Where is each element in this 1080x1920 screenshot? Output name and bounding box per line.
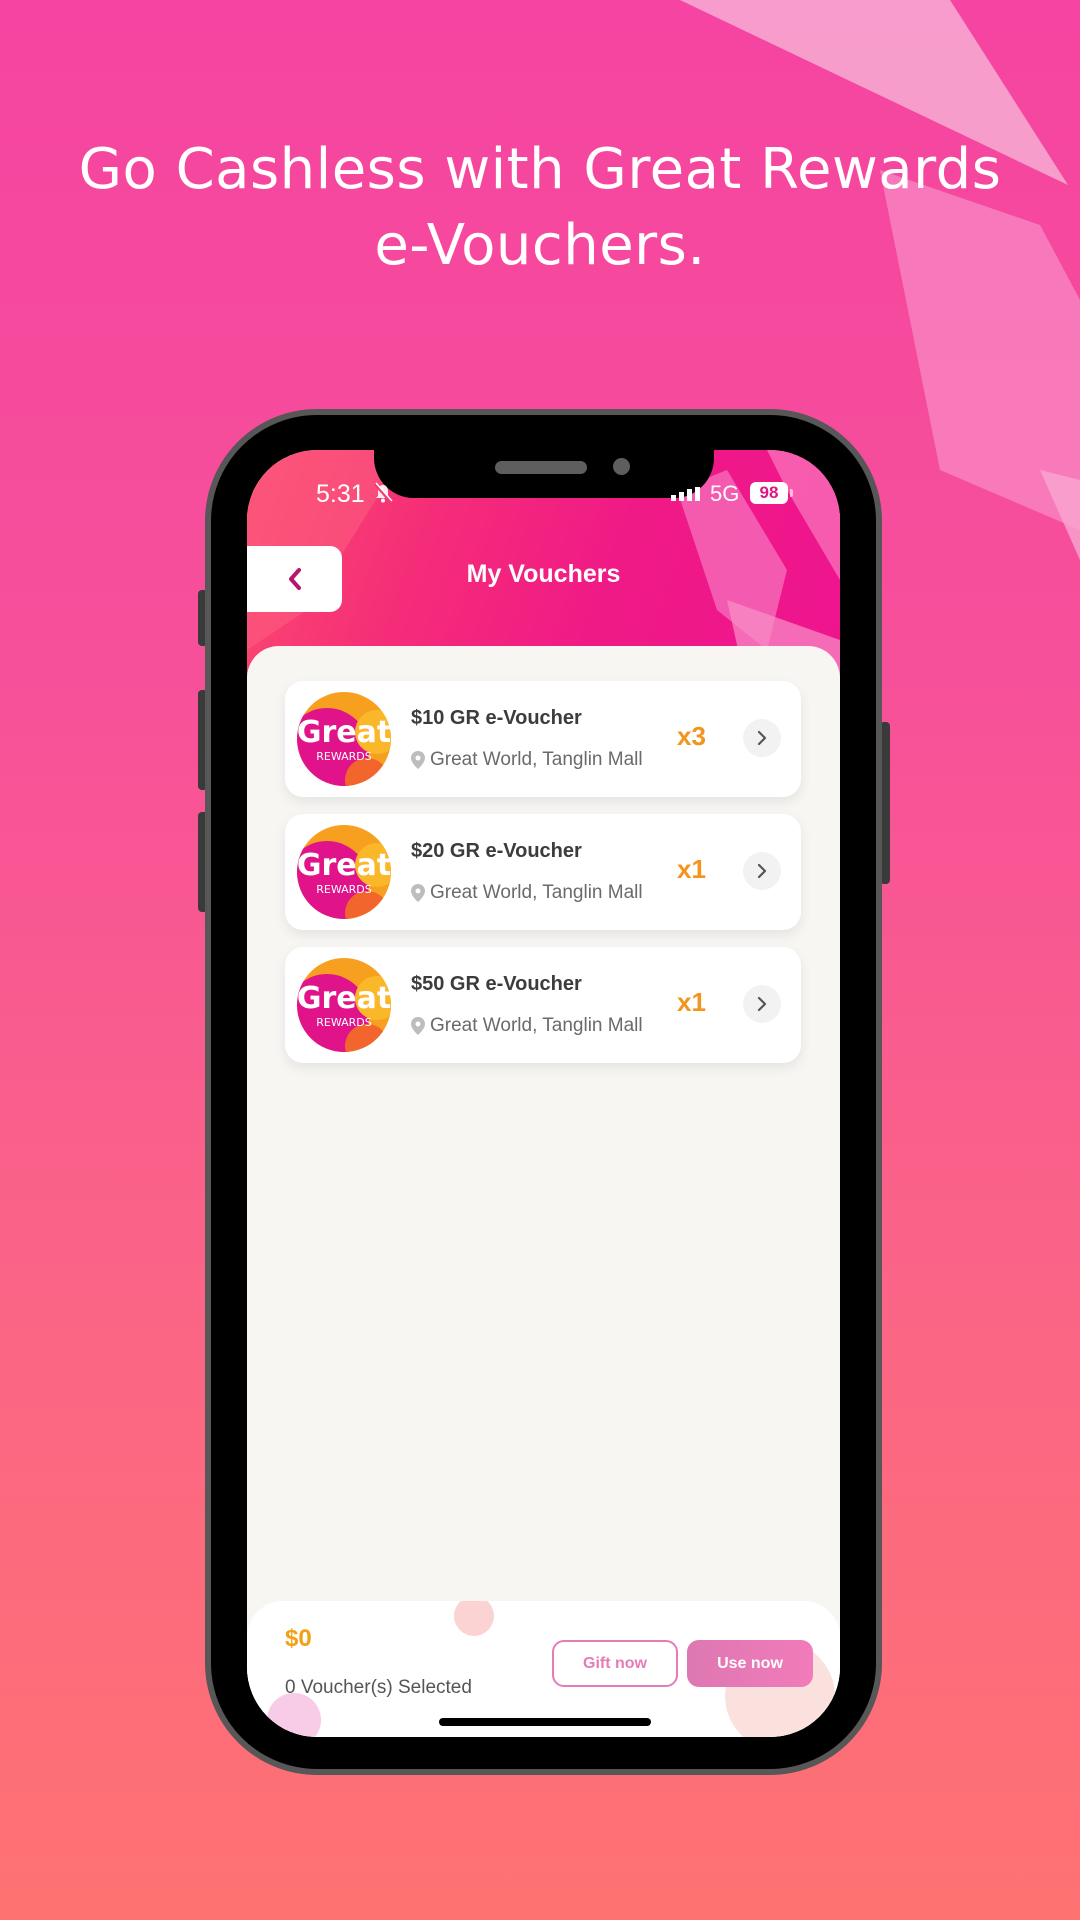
bottom-action-bar: $0 0 Voucher(s) Selected Gift now Use no… [247, 1601, 840, 1737]
great-rewards-logo: Great REWARDS [297, 825, 391, 919]
voucher-details-button[interactable] [743, 852, 781, 890]
logo-subtext: REWARDS [316, 1016, 372, 1029]
chevron-right-icon [757, 996, 767, 1012]
voucher-card-20[interactable]: Great REWARDS $20 GR e-Voucher Great Wor… [285, 814, 801, 930]
page-title: My Vouchers [466, 560, 621, 588]
chevron-right-icon [757, 863, 767, 879]
voucher-location-text: Great World, Tanglin Mall [430, 882, 643, 903]
location-pin-icon [411, 751, 425, 769]
logo-text: Great [297, 981, 391, 1016]
logo-subtext: REWARDS [316, 883, 372, 896]
location-pin-icon [411, 1017, 425, 1035]
voucher-quantity: x1 [677, 854, 706, 884]
voucher-location: Great World, Tanglin Mall [411, 1015, 643, 1037]
home-indicator [439, 1718, 651, 1726]
bell-muted-icon [373, 482, 393, 503]
voucher-details-button[interactable] [743, 719, 781, 757]
voucher-quantity: x3 [677, 721, 706, 751]
voucher-location-text: Great World, Tanglin Mall [430, 1015, 643, 1036]
front-camera [613, 458, 630, 475]
decorative-bubble [267, 1693, 321, 1737]
logo-text: Great [297, 715, 391, 750]
great-rewards-logo: Great REWARDS [297, 958, 391, 1052]
voucher-details-button[interactable] [743, 985, 781, 1023]
use-now-button[interactable]: Use now [687, 1640, 813, 1687]
promo-headline: Go Cashless with Great Rewards e-Voucher… [0, 132, 1080, 284]
logo-subtext: REWARDS [316, 750, 372, 763]
battery-tip [790, 489, 793, 497]
selected-count: 0 Voucher(s) Selected [285, 1677, 472, 1698]
voucher-title: $20 GR e-Voucher [411, 840, 582, 862]
voucher-location-text: Great World, Tanglin Mall [430, 749, 643, 770]
voucher-location: Great World, Tanglin Mall [411, 882, 643, 904]
voucher-card-10[interactable]: Great REWARDS $10 GR e-Voucher Great Wor… [285, 681, 801, 797]
voucher-location: Great World, Tanglin Mall [411, 749, 643, 771]
battery-level: 98 [750, 482, 788, 504]
selected-total: $0 [285, 1625, 312, 1652]
signal-icon [671, 487, 700, 501]
great-rewards-logo: Great REWARDS [297, 692, 391, 786]
network-type: 5G [710, 481, 740, 506]
headline-line-2: e-Vouchers. [374, 213, 706, 278]
phone-screen: 5:31 5G 98 My Vouchers Great REWARDS $10… [247, 450, 840, 1737]
status-time: 5:31 [316, 480, 365, 508]
logo-text: Great [297, 848, 391, 883]
gift-now-button[interactable]: Gift now [552, 1640, 678, 1687]
chevron-right-icon [757, 730, 767, 746]
decorative-bubble [454, 1601, 494, 1636]
voucher-title: $50 GR e-Voucher [411, 973, 582, 995]
headline-line-1: Go Cashless with Great Rewards [78, 137, 1002, 202]
voucher-card-50[interactable]: Great REWARDS $50 GR e-Voucher Great Wor… [285, 947, 801, 1063]
phone-notch [374, 450, 714, 498]
voucher-title: $10 GR e-Voucher [411, 707, 582, 729]
voucher-quantity: x1 [677, 987, 706, 1017]
speaker-grill [495, 461, 587, 474]
voucher-list-panel [247, 646, 840, 1737]
location-pin-icon [411, 884, 425, 902]
